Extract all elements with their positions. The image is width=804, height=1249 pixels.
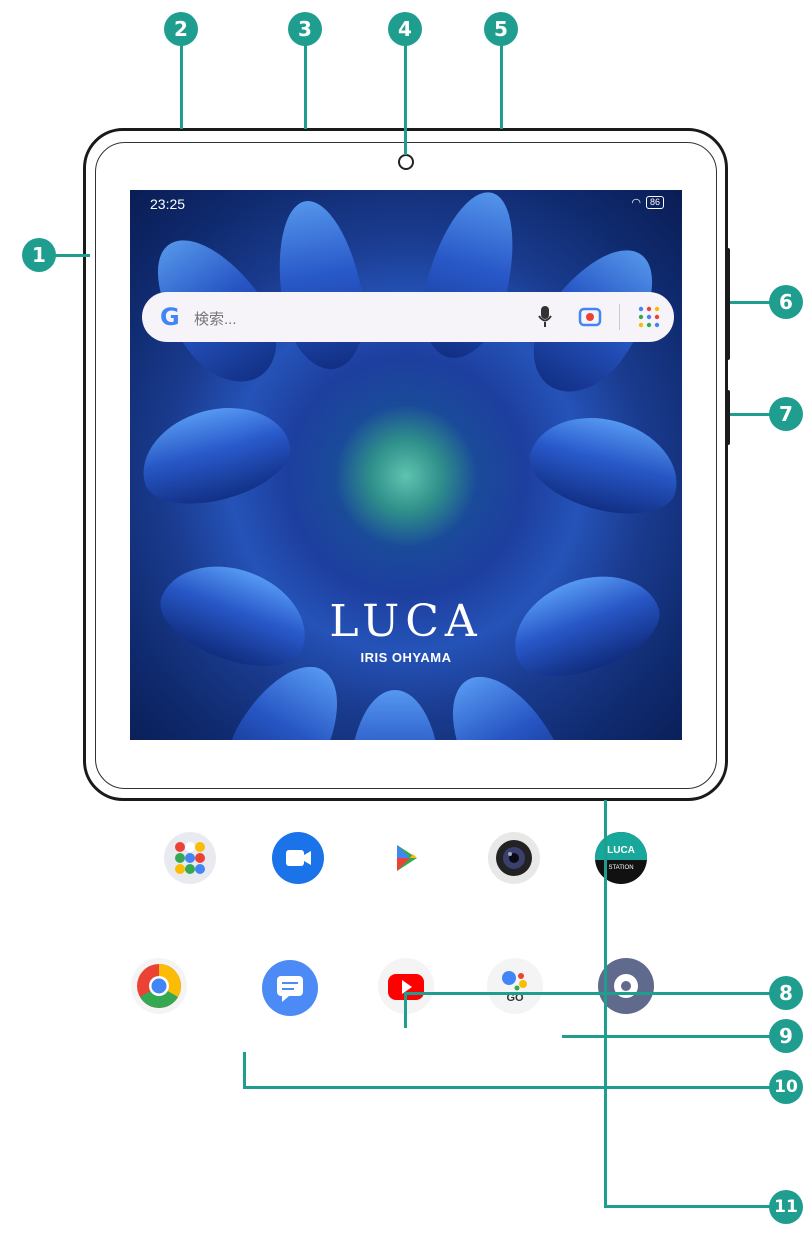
app-tv[interactable]: LUCA STATION テレビ	[576, 832, 666, 909]
callout-line	[243, 1052, 246, 1088]
front-camera	[398, 154, 414, 170]
google-folder-icon	[164, 832, 216, 884]
callout-marker-1: 1	[22, 238, 56, 272]
callout-line	[604, 1205, 776, 1208]
brand-maker: IRIS OHYAMA	[360, 650, 452, 665]
status-icons: ◠ 86	[631, 196, 664, 209]
brand-logo: LUCA	[329, 596, 483, 647]
search-separator	[619, 304, 620, 330]
messages-icon[interactable]	[262, 960, 318, 1016]
nav-home-button[interactable]: ○	[396, 1027, 409, 1049]
wallpaper-petal	[350, 690, 440, 740]
battery-icon: 86	[645, 196, 664, 209]
callout-line	[404, 45, 407, 155]
callout-marker-5: 5	[484, 12, 518, 46]
wallpaper-petal	[265, 194, 375, 376]
callout-line	[304, 45, 307, 129]
callout-line	[180, 45, 183, 129]
callout-marker-10: 10	[769, 1070, 803, 1104]
callout-line	[404, 992, 776, 995]
callout-marker-6: 6	[769, 285, 803, 319]
wallpaper-petal	[130, 392, 300, 518]
luca-station-icon: LUCA STATION	[595, 832, 647, 884]
callout-line	[243, 1086, 776, 1089]
lens-icon[interactable]	[578, 305, 602, 329]
callout-marker-7: 7	[769, 397, 803, 431]
chrome-icon[interactable]	[131, 958, 187, 1014]
callout-line	[604, 800, 607, 1207]
nav-back-button[interactable]: ‹	[238, 1022, 248, 1052]
callout-line	[404, 992, 407, 1028]
app-google[interactable]: Google	[145, 832, 235, 906]
assistant-go-icon[interactable]: GO	[487, 958, 543, 1014]
luca-station-top: LUCA	[607, 845, 635, 856]
play-store-icon	[379, 832, 431, 884]
callout-marker-3: 3	[288, 12, 322, 46]
google-search-bar[interactable]: G 検索...	[142, 292, 674, 342]
volume-button[interactable]	[725, 248, 730, 360]
google-logo-icon: G	[160, 303, 180, 331]
callout-line	[55, 254, 90, 257]
status-time: 23:25	[150, 196, 186, 212]
page-indicator	[404, 942, 409, 947]
callout-marker-11: 11	[769, 1190, 803, 1224]
callout-line	[562, 1035, 776, 1038]
wifi-icon: ◠	[631, 197, 641, 209]
power-button[interactable]	[725, 390, 730, 445]
apps-grid-icon[interactable]	[638, 306, 660, 328]
app-label: Duo	[286, 892, 309, 906]
app-label: Play ストア	[373, 894, 437, 908]
callout-marker-4: 4	[388, 12, 422, 46]
app-label: テレビ	[602, 894, 639, 908]
callout-marker-2: 2	[164, 12, 198, 46]
mic-icon[interactable]	[537, 305, 553, 329]
luca-station-bottom: STATION	[608, 865, 634, 871]
duo-icon	[272, 832, 324, 884]
search-placeholder: 検索...	[194, 311, 237, 328]
callout-marker-8: 8	[769, 976, 803, 1010]
callout-line	[500, 45, 503, 129]
app-camera[interactable]: カメラ	[469, 832, 559, 909]
app-play-store[interactable]: Play ストア	[360, 832, 450, 909]
app-label: カメラ	[495, 894, 532, 908]
callout-marker-9: 9	[769, 1019, 803, 1053]
wallpaper-petal	[520, 402, 682, 528]
app-duo[interactable]: Duo	[253, 832, 343, 906]
camera-icon	[488, 832, 540, 884]
screen: 23:25 ◠ 86 G 検索... LUCA IRIS OHYAMA	[130, 190, 682, 740]
app-label: Google	[170, 892, 210, 906]
